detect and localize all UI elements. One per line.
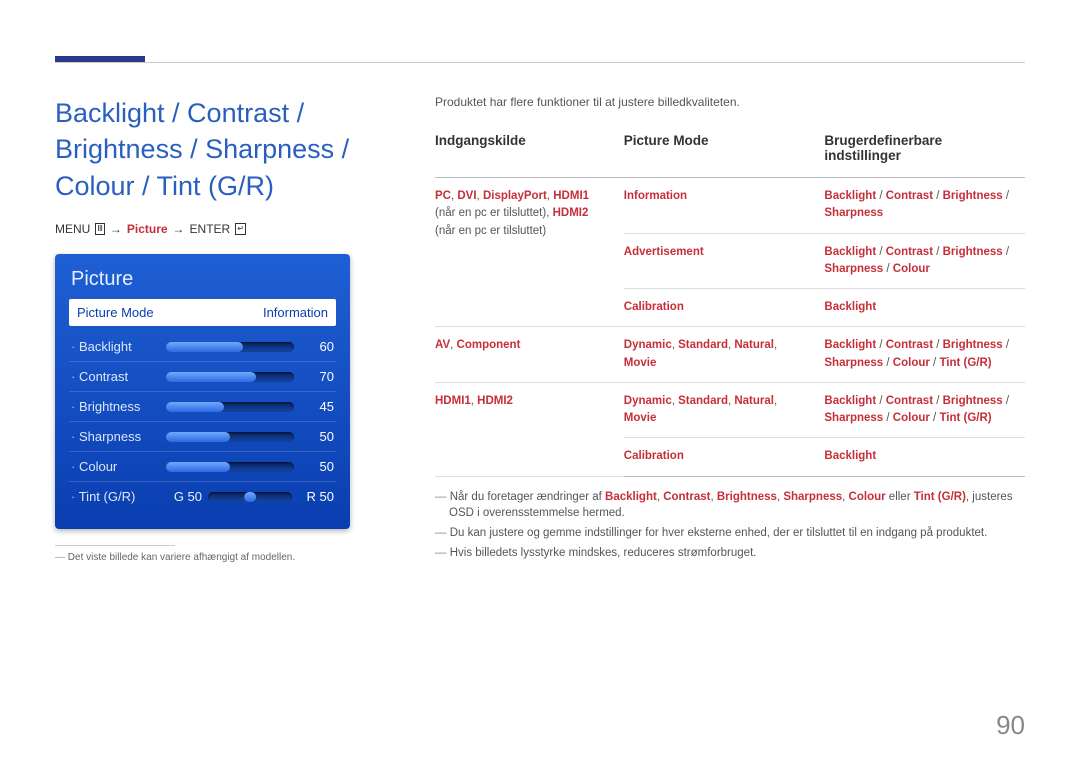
- osd-value: 45: [304, 399, 334, 414]
- menu-picture: Picture: [127, 222, 168, 236]
- th-settings: Brugerdefinerbare indstillinger: [824, 127, 1025, 178]
- slider[interactable]: [166, 432, 294, 442]
- slider[interactable]: [208, 492, 292, 502]
- note-3: Hvis billedets lysstyrke mindskes, reduc…: [435, 545, 1025, 561]
- osd-label: Sharpness: [71, 429, 166, 444]
- osd-row-contrast[interactable]: Contrast 70: [69, 362, 336, 392]
- osd-value: 70: [304, 369, 334, 384]
- th-source: Indgangskilde: [435, 127, 624, 178]
- notes: Når du foretager ændringer af Backlight,…: [435, 489, 1025, 561]
- enter-label: ENTER: [190, 222, 231, 236]
- arrow-icon: →: [173, 222, 185, 236]
- footnote-rule: [55, 545, 175, 546]
- osd-label: Tint (G/R): [71, 489, 166, 504]
- note-2: Du kan justere og gemme indstillinger fo…: [435, 525, 1025, 541]
- th-mode: Picture Mode: [624, 127, 825, 178]
- tint-right: R 50: [298, 489, 334, 504]
- osd-panel: Picture Picture Mode Information Backlig…: [55, 254, 350, 529]
- osd-row-brightness[interactable]: Brightness 45: [69, 392, 336, 422]
- slider[interactable]: [166, 372, 294, 382]
- osd-row-sharpness[interactable]: Sharpness 50: [69, 422, 336, 452]
- page-number: 90: [996, 710, 1025, 741]
- intro-text: Produktet har flere funktioner til at ju…: [435, 95, 1025, 109]
- osd-selected-value: Information: [263, 305, 328, 320]
- osd-label: Colour: [71, 459, 166, 474]
- tint-left: G 50: [166, 489, 202, 504]
- header-rule: [55, 62, 1025, 63]
- enter-icon: ↵: [235, 223, 246, 235]
- arrow-icon: →: [110, 222, 122, 236]
- osd-row-colour[interactable]: Colour 50: [69, 452, 336, 482]
- osd-label: Contrast: [71, 369, 166, 384]
- osd-value: 50: [304, 459, 334, 474]
- menu-path: MENU Ⅲ → Picture → ENTER ↵: [55, 222, 395, 236]
- left-footnote: Det viste billede kan variere afhængigt …: [55, 552, 395, 563]
- osd-row-tint[interactable]: Tint (G/R) G 50 R 50: [69, 482, 336, 511]
- slider[interactable]: [166, 402, 294, 412]
- osd-label: Brightness: [71, 399, 166, 414]
- osd-value: 50: [304, 429, 334, 444]
- slider[interactable]: [166, 462, 294, 472]
- menu-label: MENU: [55, 222, 90, 236]
- note-1: Når du foretager ændringer af Backlight,…: [435, 489, 1025, 521]
- osd-title: Picture: [69, 264, 336, 299]
- settings-table: Indgangskilde Picture Mode Brugerdefiner…: [435, 127, 1025, 477]
- osd-selected-label: Picture Mode: [77, 305, 154, 320]
- osd-label: Backlight: [71, 339, 166, 354]
- osd-value: 60: [304, 339, 334, 354]
- menu-icon: Ⅲ: [95, 223, 105, 235]
- osd-selected-row[interactable]: Picture Mode Information: [69, 299, 336, 326]
- osd-row-backlight[interactable]: Backlight 60: [69, 332, 336, 362]
- page-title: Backlight / Contrast / Brightness / Shar…: [55, 95, 395, 204]
- slider[interactable]: [166, 342, 294, 352]
